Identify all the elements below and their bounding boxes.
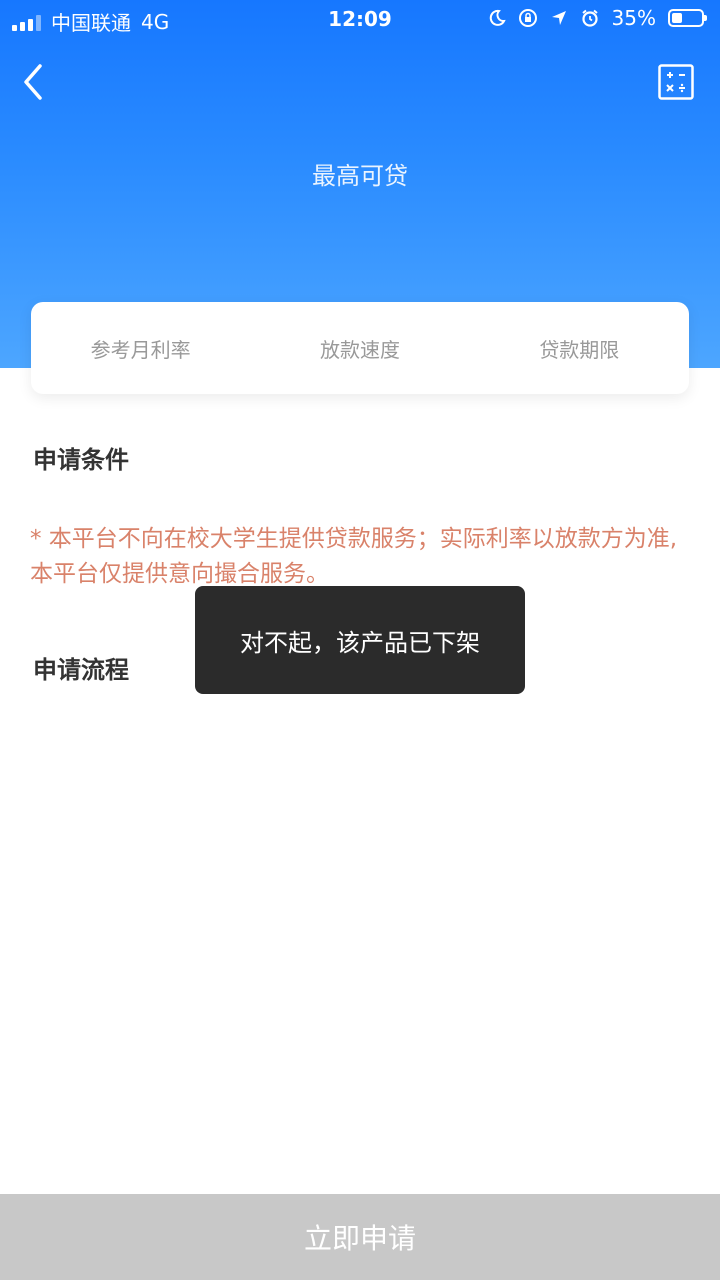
rotation-lock-icon (518, 9, 537, 27)
disclaimer-notice: * 本平台不向在校大学生提供贷款服务；实际利率以放款方为准,本平台仅提供意向撮合… (30, 526, 678, 587)
loan-info-card: 参考月利率 放款速度 贷款期限 (31, 302, 689, 394)
process-heading: 申请流程 (33, 656, 129, 684)
moon-icon (489, 9, 506, 26)
toast-message: 对不起，该产品已下架 (195, 586, 525, 694)
alarm-icon (581, 9, 598, 27)
conditions-heading: 申请条件 (33, 446, 129, 474)
apply-button[interactable]: 立即申请 (0, 1194, 720, 1280)
battery-percent: 35% (611, 6, 656, 30)
location-icon (551, 11, 566, 25)
status-bar: 中国联通 4G 12:09 35% (0, 0, 720, 40)
battery-icon (668, 9, 707, 27)
back-icon[interactable] (16, 62, 56, 102)
max-loan-title: 最高可贷 (312, 162, 408, 190)
loan-term-label: 贷款期限 (539, 337, 620, 362)
calculator-icon[interactable] (658, 64, 694, 100)
monthly-rate-label: 参考月利率 (90, 337, 191, 362)
disbursement-speed-label: 放款速度 (319, 337, 400, 362)
